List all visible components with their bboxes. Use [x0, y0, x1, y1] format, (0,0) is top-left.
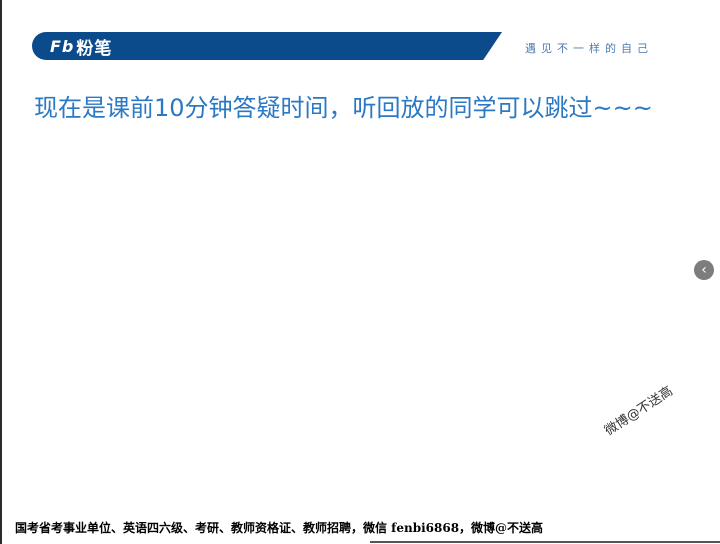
slide-title: 现在是课前10分钟答疑时间，听回放的同学可以跳过~~~ — [34, 94, 653, 122]
logo-text: 粉笔 — [76, 38, 113, 59]
slogan: 遇见不一样的自己 — [525, 42, 653, 55]
previous-slide-button[interactable]: ‹ — [694, 260, 714, 280]
chevron-left-icon: ‹ — [701, 262, 707, 278]
logo-mark: Fb — [50, 36, 75, 56]
footer-caption: 国考省考事业单位、英语四六级、考研、教师资格证、教师招聘，微信 fenbi686… — [15, 521, 544, 535]
bottom-divider — [370, 541, 720, 543]
fenbi-logo: Fb 粉笔 — [50, 35, 113, 59]
left-border — [0, 0, 2, 544]
weibo-watermark: 微博@不送高 — [602, 383, 676, 439]
